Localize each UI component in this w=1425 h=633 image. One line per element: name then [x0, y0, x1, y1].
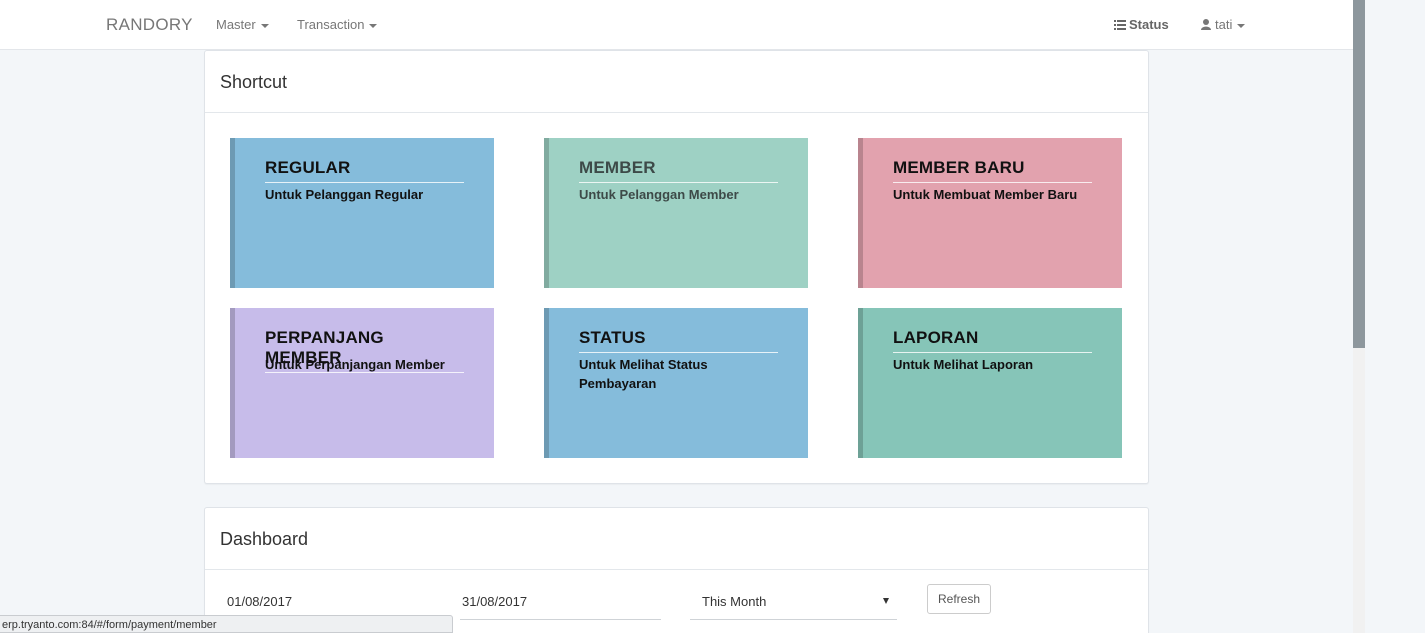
menu-transaction[interactable]: Transaction [297, 17, 378, 32]
chevron-down-icon [369, 23, 378, 28]
user-icon [1201, 19, 1211, 30]
tile-member[interactable]: MEMBER Untuk Pelanggan Member [544, 138, 808, 288]
user-menu[interactable]: tati [1201, 17, 1246, 32]
tile-description: Untuk Pelanggan Regular [265, 187, 424, 202]
page-scrollbar[interactable] [1353, 0, 1365, 633]
tile-description: Untuk Melihat Status Pembayaran [579, 357, 708, 391]
tile-status[interactable]: STATUS Untuk Melihat Status Pembayaran [544, 308, 808, 458]
dropdown-arrow-icon [883, 598, 889, 604]
tile-description: Untuk Perpanjangan Member [265, 357, 445, 372]
top-navbar: RANDORY Master Transaction Status tati [0, 0, 1353, 50]
tile-title: MEMBER [579, 158, 778, 183]
menu-master[interactable]: Master [216, 17, 269, 32]
tile-description: Untuk Melihat Laporan [893, 357, 1034, 372]
browser-status-url: erp.tryanto.com:84/#/form/payment/member [0, 615, 453, 633]
refresh-button[interactable]: Refresh [927, 584, 991, 614]
end-date-input[interactable] [462, 594, 643, 609]
chevron-down-icon [1237, 23, 1246, 28]
tile-title: STATUS [579, 328, 778, 353]
status-link[interactable]: Status [1114, 17, 1169, 32]
brand-link[interactable]: RANDORY [106, 15, 193, 35]
tile-title: MEMBER BARU [893, 158, 1092, 183]
start-date-input[interactable] [227, 594, 407, 609]
shortcut-panel: Shortcut REGULAR Untuk Pelanggan Regular… [204, 50, 1149, 484]
tile-laporan[interactable]: LAPORAN Untuk Melihat Laporan [858, 308, 1122, 458]
tile-perpanjang-member[interactable]: PERPANJANG MEMBER Untuk Perpanjangan Mem… [230, 308, 494, 458]
tile-description: Untuk Membuat Member Baru [893, 187, 1078, 202]
shortcut-title: Shortcut [205, 51, 1148, 113]
end-date-field[interactable] [460, 578, 661, 620]
tile-member-baru[interactable]: MEMBER BARU Untuk Membuat Member Baru [858, 138, 1122, 288]
user-name: tati [1215, 17, 1233, 32]
start-date-field[interactable] [225, 578, 425, 620]
tile-description: Untuk Pelanggan Member [579, 187, 739, 202]
list-icon [1114, 20, 1126, 30]
chevron-down-icon [260, 23, 269, 28]
menu-transaction-label: Transaction [297, 17, 365, 32]
tile-regular[interactable]: REGULAR Untuk Pelanggan Regular [230, 138, 494, 288]
tile-title: LAPORAN [893, 328, 1092, 353]
menu-master-label: Master [216, 17, 256, 32]
period-select[interactable]: This Month [690, 578, 897, 620]
period-select-value: This Month [702, 594, 767, 609]
scrollbar-thumb[interactable] [1353, 0, 1365, 348]
status-link-label: Status [1129, 17, 1169, 32]
tile-title: REGULAR [265, 158, 464, 183]
dashboard-title: Dashboard [205, 508, 1148, 570]
